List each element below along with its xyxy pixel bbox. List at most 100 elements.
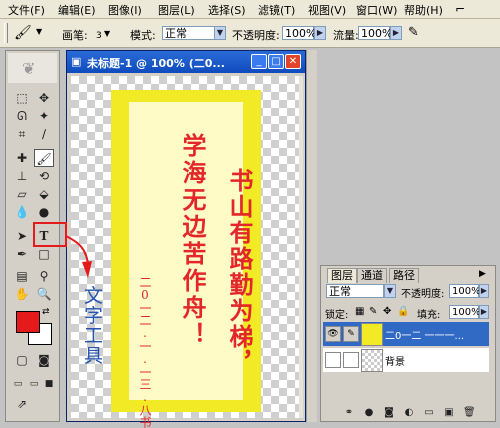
eyedropper-icon[interactable]: ⚲ <box>34 267 54 285</box>
lock-transparency-icon[interactable]: ▦ <box>355 306 364 317</box>
brush-tool-icon[interactable]: 🖌 <box>14 25 32 41</box>
close-button[interactable]: ✕ <box>285 54 301 69</box>
layer-name[interactable]: 二0一二 一一一... <box>385 327 464 342</box>
grip-icon[interactable] <box>4 23 8 43</box>
blur-tool-icon[interactable]: 💧 <box>12 203 32 221</box>
magic-wand-icon[interactable]: ✦ <box>34 107 54 125</box>
notes-tool-icon[interactable]: ▤ <box>12 267 32 285</box>
brush-size[interactable]: 3 <box>96 31 102 41</box>
menu-layer[interactable]: 图层(L) <box>158 2 195 18</box>
document-icon: ▣ <box>71 55 82 68</box>
fill-value: 100% <box>452 307 481 318</box>
dodge-tool-icon[interactable]: ● <box>34 203 54 221</box>
blend-mode-select[interactable]: 正常 <box>326 284 384 298</box>
tab-channels[interactable]: 通道 <box>357 268 387 283</box>
layer-name[interactable]: 背景 <box>385 353 405 368</box>
opacity-label: 不透明度: <box>232 29 280 42</box>
panel-menu-icon[interactable]: ▶ <box>479 269 486 279</box>
layer-link-icon[interactable]: ✎ <box>343 326 359 342</box>
lock-position-icon[interactable]: ✥ <box>383 306 391 317</box>
swap-colors-icon[interactable]: ⇄ <box>42 307 50 317</box>
lock-all-icon[interactable]: 🔒 <box>397 306 409 317</box>
hand-tool-icon[interactable]: ✋ <box>12 285 32 303</box>
blend-mode-dropdown-icon[interactable]: ▼ <box>384 284 396 298</box>
flow-value: 100% <box>361 27 393 40</box>
menu-view[interactable]: 视图(V) <box>308 2 346 18</box>
zoom-tool-icon[interactable]: 🔍 <box>34 285 54 303</box>
minimize-button[interactable]: _ <box>251 54 267 69</box>
layer-thumbnail <box>361 323 383 346</box>
brush-preset-icon[interactable]: ⌐ <box>455 2 465 16</box>
brush-tool-icon-selected[interactable]: 🖌 <box>34 149 54 167</box>
layer-opacity-arrow-icon[interactable]: ▶ <box>479 284 489 298</box>
screen-mode-full-icon[interactable]: ■ <box>39 375 59 393</box>
new-layer-icon[interactable]: ▣ <box>443 407 455 419</box>
menu-window[interactable]: 窗口(W) <box>356 2 397 18</box>
document-title: 未标题-1 @ 100% (二0... <box>87 57 225 70</box>
layer-row-text[interactable]: 👁 ✎ 二0一二 一一一... <box>323 322 489 346</box>
blend-mode-value: 正常 <box>329 285 351 298</box>
visibility-eye-icon[interactable]: 👁 <box>325 326 341 342</box>
move-tool-icon[interactable]: ✥ <box>34 89 54 107</box>
visibility-eye-icon[interactable] <box>325 352 341 368</box>
calligraphy-right-column: 书山有路勤为梯， <box>225 168 254 376</box>
chevron-down-icon[interactable]: ▼ <box>36 27 42 36</box>
new-group-icon[interactable]: ▭ <box>423 407 435 419</box>
brush-size-chevron-icon[interactable]: ▼ <box>104 29 110 38</box>
airbrush-icon[interactable]: ✎ <box>408 25 419 40</box>
marquee-tool-icon[interactable]: ⬚ <box>12 89 32 107</box>
opacity-arrow-icon[interactable]: ▶ <box>314 26 326 40</box>
workspace-scrollbar[interactable] <box>306 50 317 422</box>
menu-filter[interactable]: 滤镜(T) <box>258 2 295 18</box>
menu-image[interactable]: 图像(I) <box>108 2 142 18</box>
menu-edit[interactable]: 编辑(E) <box>58 2 96 18</box>
layer-row-background[interactable]: 背景 <box>323 348 489 372</box>
type-tool-highlight <box>33 222 67 247</box>
layer-opacity-label: 不透明度: <box>401 289 445 300</box>
menu-help[interactable]: 帮助(H) <box>404 2 443 18</box>
healing-brush-icon[interactable]: ✚ <box>12 149 32 167</box>
crop-tool-icon[interactable]: ⌗ <box>12 125 32 143</box>
standard-mode-icon[interactable]: ▢ <box>12 351 32 369</box>
pen-tool-icon[interactable]: ✒ <box>12 245 32 263</box>
fill-label: 填充: <box>417 310 441 321</box>
path-select-icon[interactable]: ➤ <box>12 227 32 245</box>
layer-style-icon[interactable]: ● <box>363 407 375 419</box>
flow-field[interactable]: 100% <box>358 26 393 40</box>
menu-bar: 文件(F) 编辑(E) 图像(I) 图层(L) 选择(S) 滤镜(T) 视图(V… <box>0 0 500 19</box>
mode-value: 正常 <box>165 27 187 40</box>
lasso-tool-icon[interactable]: ᘏ <box>12 107 32 125</box>
tab-paths[interactable]: 路径 <box>389 268 419 283</box>
mode-label: 模式: <box>130 29 156 42</box>
flow-arrow-icon[interactable]: ▶ <box>390 26 402 40</box>
adjustment-layer-icon[interactable]: ◐ <box>403 407 415 419</box>
lock-label: 锁定: <box>325 310 349 321</box>
document-title-bar[interactable]: ▣ 未标题-1 @ 100% (二0... _ □ ✕ <box>67 51 305 73</box>
quick-mask-icon[interactable]: ◙ <box>34 351 54 369</box>
maximize-button[interactable]: □ <box>268 54 284 69</box>
link-layers-icon[interactable]: ⚭ <box>343 407 355 419</box>
canvas[interactable]: 书山有路勤为梯， 学海无边苦作舟！ 二0一二.一.一三.八书 <box>71 76 299 428</box>
shape-tool-icon[interactable]: □ <box>34 245 54 263</box>
history-brush-icon[interactable]: ⟲ <box>34 167 54 185</box>
paint-bucket-icon[interactable]: ⬙ <box>34 185 54 203</box>
delete-layer-icon[interactable]: 🗑 <box>463 407 476 419</box>
foreground-color-swatch[interactable] <box>16 311 40 333</box>
menu-select[interactable]: 选择(S) <box>208 2 246 18</box>
eraser-tool-icon[interactable]: ▱ <box>12 185 32 203</box>
layer-opacity-field[interactable]: 100% <box>449 284 481 298</box>
stamp-tool-icon[interactable]: ⊥ <box>12 167 32 185</box>
lock-pixels-icon[interactable]: ✎ <box>369 306 377 317</box>
menu-file[interactable]: 文件(F) <box>8 2 45 18</box>
opacity-field[interactable]: 100% <box>282 26 316 40</box>
fill-arrow-icon[interactable]: ▶ <box>479 305 489 319</box>
fill-field[interactable]: 100% <box>449 305 481 319</box>
document-scroll-edge[interactable] <box>299 76 303 418</box>
options-bar: 🖌 ▼ 画笔: 3 ▼ 模式: 正常 ▼ 不透明度: 100% ▶ 流量: 10… <box>0 19 500 48</box>
mode-dropdown-icon[interactable]: ▼ <box>214 26 226 40</box>
tab-layers[interactable]: 图层 <box>327 268 357 283</box>
layer-link-icon[interactable] <box>343 352 359 368</box>
layer-mask-icon[interactable]: ◙ <box>383 407 395 419</box>
slice-tool-icon[interactable]: ∕ <box>34 125 54 143</box>
imageready-icon[interactable]: ⇗ <box>12 395 32 413</box>
